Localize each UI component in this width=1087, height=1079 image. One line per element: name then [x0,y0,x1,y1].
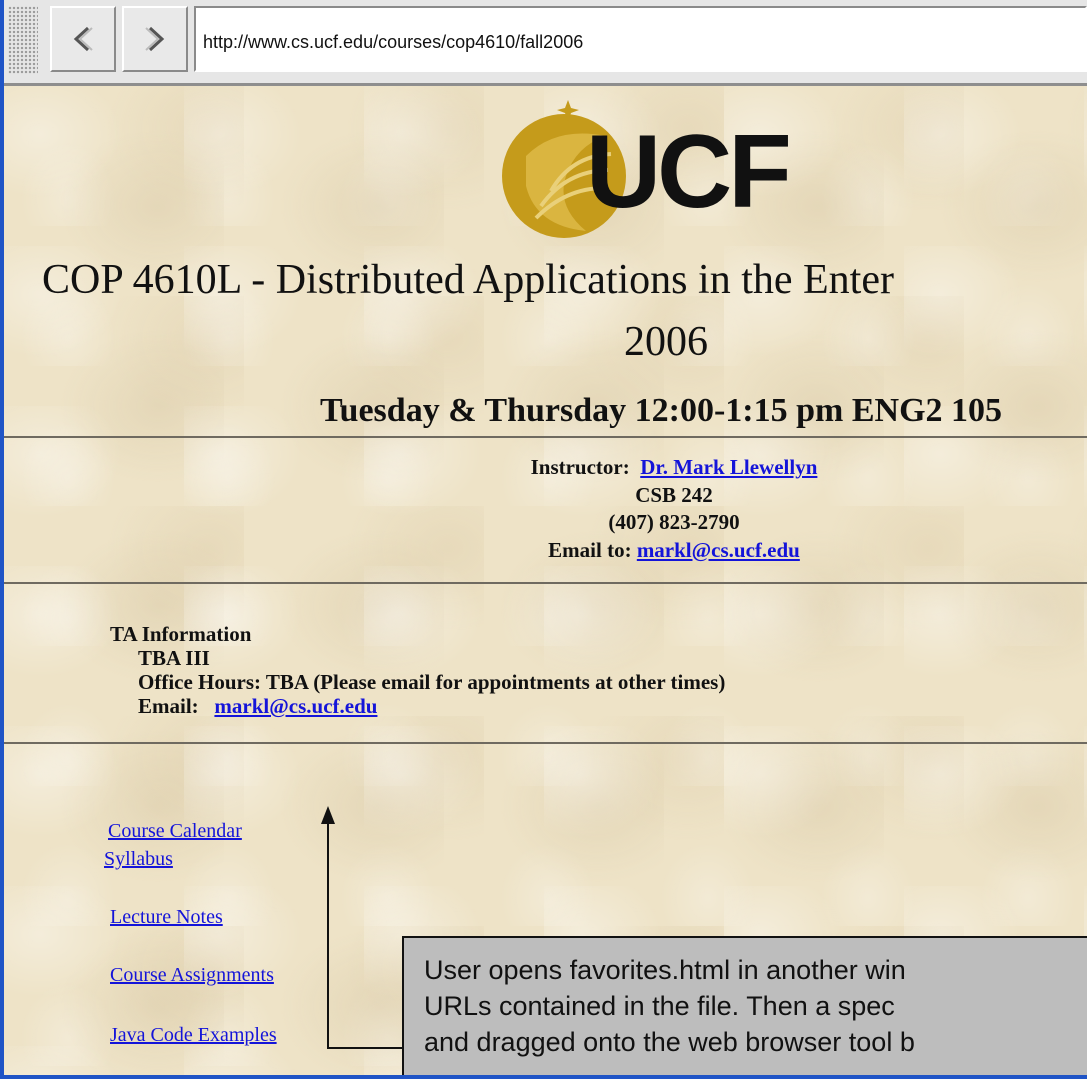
instructor-email-link[interactable]: markl@cs.ucf.edu [637,538,800,562]
instructor-name-link[interactable]: Dr. Mark Llewellyn [640,455,817,479]
browser-toolbar: http://www.cs.ucf.edu/courses/cop4610/fa… [4,0,1087,86]
instructor-email-label: Email to: [548,537,632,562]
url-text: http://www.cs.ucf.edu/courses/cop4610/fa… [203,32,584,52]
chevron-right-icon [145,26,165,52]
ta-heading: TA Information [110,622,252,646]
annotation-callout: User opens favorites.html in another win… [402,936,1087,1075]
divider [4,742,1087,744]
toolbar-grip[interactable] [8,6,38,74]
course-title-line2: 2006 [624,319,708,365]
link-course-calendar[interactable]: Course Calendar [108,820,242,843]
link-lecture-notes[interactable]: Lecture Notes [110,906,223,929]
chevron-left-icon [73,26,93,52]
ta-office-hours: Office Hours: TBA (Please email for appo… [138,670,726,694]
ta-name: TBA III [138,646,210,670]
link-course-assignments[interactable]: Course Assignments [110,964,274,987]
forward-button[interactable] [122,6,188,72]
web-page-content: UCF COP 4610L - Distributed Applications… [4,86,1087,1075]
course-schedule: Tuesday & Thursday 12:00-1:15 pm ENG2 10… [320,392,1003,429]
ta-email-link[interactable]: markl@cs.ucf.edu [214,694,377,718]
ta-info: TA Information TBA III Office Hours: TBA… [110,622,725,718]
url-input[interactable]: http://www.cs.ucf.edu/courses/cop4610/fa… [194,6,1087,72]
ta-email-label: Email: [138,694,199,718]
instructor-phone: (407) 823-2790 [608,510,740,534]
callout-line2: URLs contained in the file. Then a spec [424,991,895,1021]
instructor-label: Instructor: [530,455,630,479]
course-title-line1: COP 4610L - Distributed Applications in … [42,257,894,303]
divider [4,582,1087,584]
callout-line3: and dragged onto the web browser tool b [424,1027,915,1057]
instructor-office: CSB 242 [635,482,713,507]
link-java-code-examples[interactable]: Java Code Examples [110,1024,277,1047]
callout-line1: User opens favorites.html in another win [424,955,906,985]
instructor-info: Instructor: Dr. Mark Llewellyn CSB 242 (… [424,454,924,564]
ucf-logo-text: UCF [586,114,792,230]
divider [4,436,1087,438]
back-button[interactable] [50,6,116,72]
link-syllabus[interactable]: Syllabus [104,848,173,871]
browser-window: http://www.cs.ucf.edu/courses/cop4610/fa… [0,0,1087,1079]
